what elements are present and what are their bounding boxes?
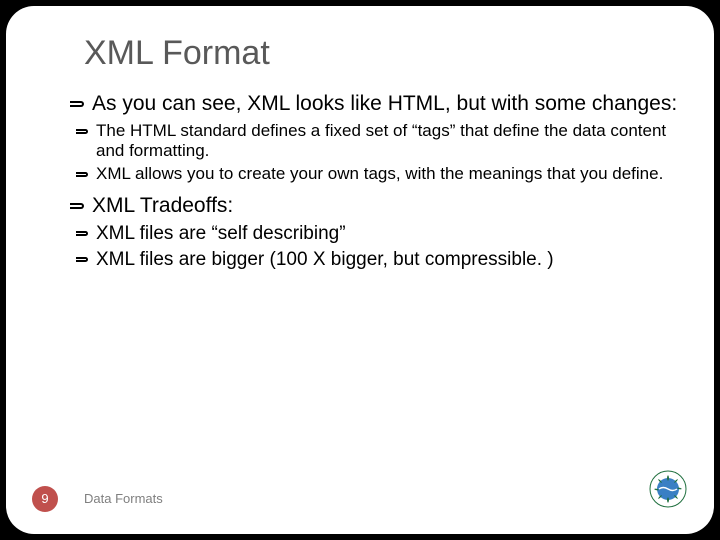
- footer-label: Data Formats: [84, 491, 163, 506]
- page-number-badge: 9: [32, 486, 58, 512]
- slide-title: XML Format: [84, 34, 686, 73]
- bullet-lvl2: XML files are “self describing”: [76, 222, 686, 245]
- bullet-group-2: XML Tradeoffs: XML files are “self descr…: [70, 193, 686, 271]
- bullet-lvl1: XML Tradeoffs:: [70, 193, 686, 219]
- epa-logo-icon: [648, 469, 688, 514]
- bullet-lvl2: XML allows you to create your own tags, …: [76, 164, 686, 185]
- bullet-group-1: As you can see, XML looks like HTML, but…: [70, 91, 686, 185]
- slide-content: As you can see, XML looks like HTML, but…: [70, 91, 686, 271]
- slide: XML Format As you can see, XML looks lik…: [6, 6, 714, 534]
- bullet-lvl2: XML files are bigger (100 X bigger, but …: [76, 248, 686, 271]
- bullet-lvl1: As you can see, XML looks like HTML, but…: [70, 91, 686, 117]
- bullet-lvl2: The HTML standard defines a fixed set of…: [76, 121, 686, 162]
- slide-footer: 9 Data Formats: [6, 474, 714, 514]
